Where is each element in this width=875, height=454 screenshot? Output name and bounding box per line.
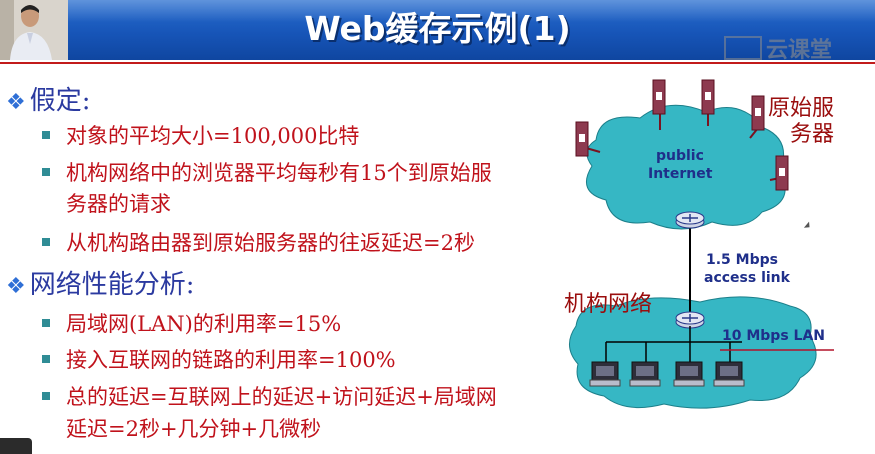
origin-servers-label-line2: 务器 bbox=[790, 122, 835, 147]
computer-icon bbox=[629, 361, 661, 387]
institution-network-label: 机构网络 bbox=[564, 292, 653, 317]
network-diagram bbox=[569, 79, 834, 409]
server-icon bbox=[775, 155, 789, 191]
computer-icon bbox=[673, 361, 705, 387]
computer-icon bbox=[713, 361, 745, 387]
router-icon bbox=[675, 311, 705, 329]
computer-icon bbox=[589, 361, 621, 387]
internet-label-line2: Internet bbox=[648, 166, 713, 182]
server-icon bbox=[751, 95, 765, 131]
server-icon bbox=[575, 121, 589, 157]
router-icon bbox=[675, 211, 705, 229]
internet-label: public bbox=[656, 148, 704, 164]
access-link-speed-label: 1.5 Mbps bbox=[706, 252, 778, 268]
server-icon bbox=[701, 79, 715, 115]
corner-overlay bbox=[0, 438, 32, 454]
access-link-label: access link bbox=[704, 270, 790, 286]
server-icon bbox=[652, 79, 666, 115]
lan-label: 10 Mbps LAN bbox=[722, 328, 826, 344]
